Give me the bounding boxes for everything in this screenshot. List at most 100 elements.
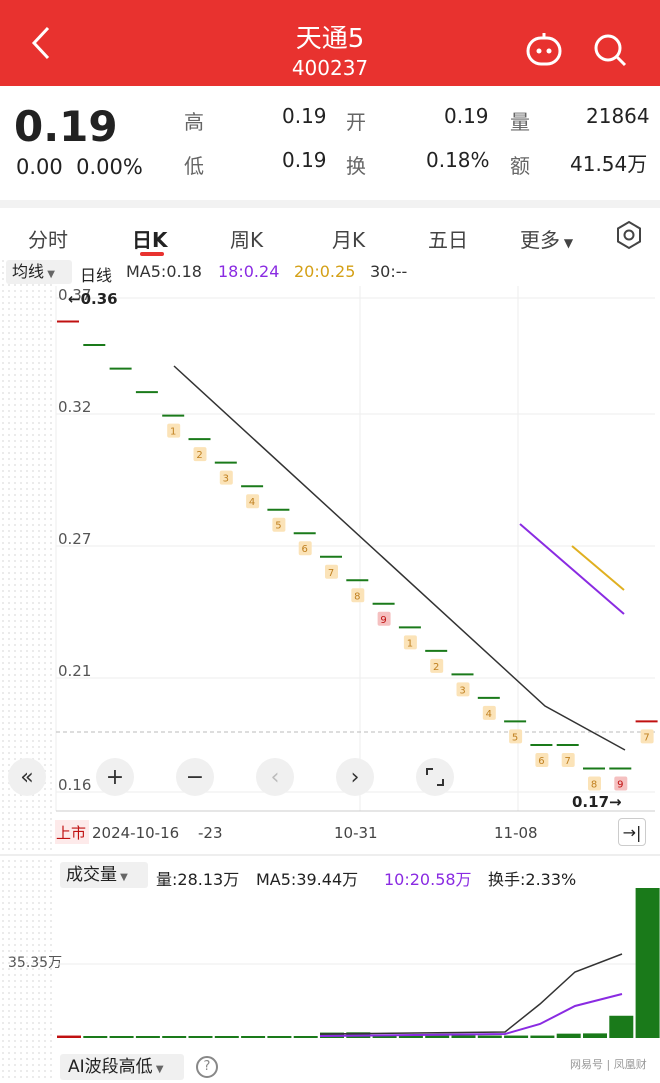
volume-bar bbox=[83, 1036, 108, 1038]
period-tabs: 分时 日K 周K 月K 五日 更多 ▼ bbox=[0, 200, 660, 258]
x-tick-label: 2024-10-16 bbox=[92, 824, 179, 842]
y-tick-label: 0.27 bbox=[58, 530, 91, 548]
tab-daily-k[interactable]: 日K bbox=[132, 224, 168, 253]
tab-weekly-k[interactable]: 周K bbox=[230, 224, 263, 253]
x-tick-label: 11-08 bbox=[494, 824, 538, 842]
tab-five-day[interactable]: 五日 bbox=[428, 224, 468, 253]
ai-band-row: AI波段高低 ▼ ? 网易号 | 凤凰财 bbox=[0, 1048, 660, 1080]
volume-bar bbox=[530, 1035, 555, 1038]
volume-bars bbox=[56, 888, 660, 1038]
ma20-value: 20:0.25 bbox=[294, 262, 356, 281]
volume-bar bbox=[267, 1036, 292, 1038]
volume-bar bbox=[214, 1036, 239, 1038]
tab-monthly-k[interactable]: 月K bbox=[332, 224, 365, 253]
search-icon[interactable] bbox=[592, 32, 628, 68]
td-count-label: 5 bbox=[512, 732, 518, 743]
price-change: 0.00 0.00% bbox=[16, 155, 143, 179]
fullscreen-icon[interactable] bbox=[416, 758, 454, 796]
ai-band-dropdown[interactable]: AI波段高低 ▼ bbox=[60, 1054, 184, 1080]
td-count-label: 7 bbox=[328, 568, 334, 579]
current-price: 0.19 bbox=[14, 102, 118, 151]
active-tab-indicator bbox=[140, 252, 164, 256]
low-label: 低 bbox=[184, 154, 204, 178]
turnover-label: 换 bbox=[346, 154, 366, 178]
volume-bar bbox=[556, 1033, 581, 1038]
indicator-row: 均线 ▼ 日线 MA5:0.18 18:0.24 20:0.25 30:-- bbox=[0, 258, 660, 286]
volume-label: 量 bbox=[510, 110, 530, 134]
td-count-label: 8 bbox=[591, 779, 597, 790]
high-label: 高 bbox=[184, 110, 204, 134]
volume-bar bbox=[293, 1036, 318, 1038]
robot-assistant-icon[interactable] bbox=[524, 30, 564, 66]
amount-value: 41.54万 bbox=[570, 152, 648, 176]
ma5-value: MA5:0.18 bbox=[126, 262, 202, 281]
tab-more[interactable]: 更多 ▼ bbox=[520, 224, 573, 253]
volume-bar bbox=[635, 888, 660, 1038]
list-date-label: 上市 bbox=[56, 824, 86, 842]
td-count-label: 9 bbox=[380, 615, 386, 626]
app-header: 天通5 400237 bbox=[0, 0, 660, 86]
volume-bar bbox=[162, 1036, 187, 1038]
candlestick-chart[interactable]: 0.370.320.270.210.1612345678912345678978… bbox=[0, 286, 660, 846]
ma18-value: 18:0.24 bbox=[218, 262, 280, 281]
ma30-value: 30:-- bbox=[370, 262, 408, 281]
td-count-label: 7 bbox=[565, 756, 571, 767]
td-count-label: 7 bbox=[643, 732, 649, 743]
td-count-label: 6 bbox=[302, 544, 308, 555]
y-tick-label: 0.32 bbox=[58, 398, 91, 416]
scroll-right-button[interactable]: › bbox=[336, 758, 374, 796]
td-count-label: 1 bbox=[170, 427, 176, 438]
x-tick-label: 10-31 bbox=[334, 824, 378, 842]
open-value: 0.19 bbox=[444, 104, 489, 128]
y-tick-label: 0.16 bbox=[58, 776, 91, 794]
td-count-label: 3 bbox=[223, 474, 229, 485]
x-tick-label: -23 bbox=[198, 824, 223, 842]
daily-line-label: 日线 bbox=[80, 266, 113, 285]
volume-value: 21864 bbox=[586, 104, 650, 128]
td-count-label: 5 bbox=[275, 521, 281, 532]
volume-bar bbox=[583, 1033, 607, 1038]
jump-to-latest-icon[interactable]: →| bbox=[618, 818, 646, 846]
open-label: 开 bbox=[346, 110, 366, 134]
volume-bar bbox=[609, 1015, 634, 1038]
ma20-line bbox=[571, 545, 625, 591]
td-count-label: 4 bbox=[486, 709, 492, 720]
volume-panel: 成交量 ▼ 量:28.13万 MA5:39.44万 10:20.58万 换手:2… bbox=[0, 854, 660, 1044]
td-count-label: 4 bbox=[249, 497, 255, 508]
volume-bar bbox=[135, 1036, 160, 1038]
y-tick-label: 0.21 bbox=[58, 662, 91, 680]
td-count-label: 6 bbox=[538, 756, 544, 767]
watermark: 网易号 | 凤凰财 bbox=[570, 1058, 647, 1071]
rewind-icon[interactable]: « bbox=[8, 758, 46, 796]
zoom-out-button[interactable]: − bbox=[176, 758, 214, 796]
tab-intraday[interactable]: 分时 bbox=[28, 224, 68, 253]
volume-bar bbox=[425, 1035, 450, 1038]
td-count-label: 2 bbox=[196, 450, 202, 461]
td-count-label: 1 bbox=[407, 638, 413, 649]
high-value: 0.19 bbox=[282, 104, 327, 128]
zoom-in-button[interactable]: + bbox=[96, 758, 134, 796]
low-value: 0.19 bbox=[282, 148, 327, 172]
min-price-note: 0.17→ bbox=[572, 793, 622, 811]
volume-bar bbox=[241, 1036, 266, 1038]
volume-bar bbox=[451, 1035, 476, 1038]
volume-bar bbox=[477, 1035, 502, 1038]
volume-bar bbox=[57, 1035, 81, 1038]
td-count-label: 9 bbox=[617, 779, 623, 790]
td-count-label: 2 bbox=[433, 662, 439, 673]
ma18-line bbox=[519, 523, 625, 615]
volume-bar bbox=[504, 1035, 529, 1038]
volume-bar bbox=[109, 1036, 134, 1038]
amount-label: 额 bbox=[510, 154, 530, 178]
chart-settings-icon[interactable] bbox=[614, 220, 644, 250]
td-count-label: 3 bbox=[459, 685, 465, 696]
volume-ma5-line bbox=[319, 953, 623, 1035]
td-count-label: 8 bbox=[354, 591, 360, 602]
help-icon[interactable]: ? bbox=[196, 1056, 218, 1078]
volume-bar bbox=[188, 1036, 213, 1038]
turnover-value: 0.18% bbox=[426, 148, 490, 172]
ma-type-dropdown[interactable]: 均线 ▼ bbox=[6, 260, 72, 284]
scroll-left-button[interactable]: ‹ bbox=[256, 758, 294, 796]
volume-ma10-line bbox=[319, 993, 623, 1037]
ma5-line bbox=[173, 365, 626, 751]
